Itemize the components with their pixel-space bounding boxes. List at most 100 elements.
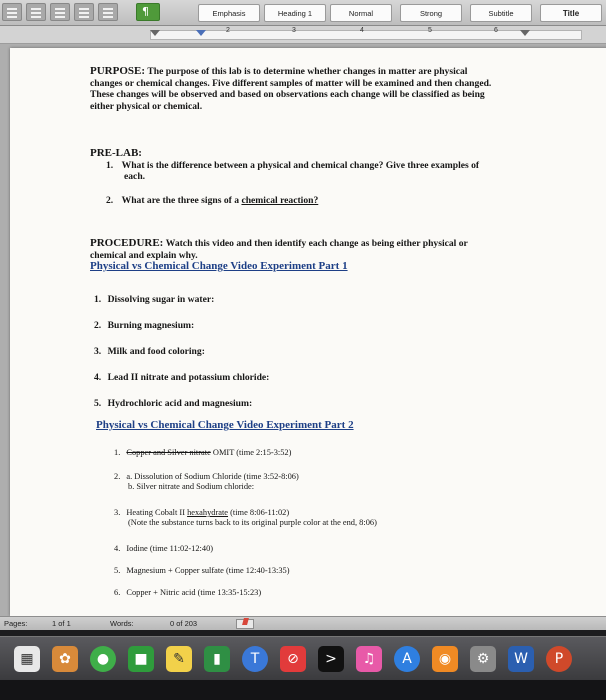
style-normal[interactable]: Normal xyxy=(330,4,392,22)
item-number: 5. xyxy=(114,566,121,575)
paragraph-shading-button[interactable]: ¶ xyxy=(136,3,160,21)
pages-count[interactable]: 1 of 1 xyxy=(52,619,71,628)
photos-icon[interactable]: ✿ xyxy=(52,646,78,672)
item-text: Copper + Nitric acid (time 13:35-15:23) xyxy=(126,588,262,597)
numbers-icon[interactable]: ▮ xyxy=(204,646,230,672)
messages-icon[interactable]: ● xyxy=(90,646,116,672)
tab-stop-marker[interactable] xyxy=(196,30,206,36)
ibooks-icon[interactable]: ◉ xyxy=(432,646,458,672)
style-subtitle[interactable]: Subtitle xyxy=(470,4,532,22)
part1-item-3: 3. Milk and food coloring: xyxy=(94,346,205,358)
numbered-list-button[interactable] xyxy=(26,3,46,21)
facetime-icon[interactable]: ■ xyxy=(128,646,154,672)
style-strong[interactable]: Strong xyxy=(400,4,462,22)
keynote-icon[interactable]: T xyxy=(242,646,268,672)
ruler-number: 6 xyxy=(494,27,498,34)
app-store-icon[interactable]: A xyxy=(394,646,420,672)
status-bar: Pages: 1 of 1 Words: 0 of 203 xyxy=(0,616,606,630)
video-part-1-link[interactable]: Physical vs Chemical Change Video Experi… xyxy=(90,260,468,273)
notes-icon[interactable]: ✎ xyxy=(166,646,192,672)
item-number: 5. xyxy=(94,398,102,409)
procedure-section: PROCEDURE: Watch this video and then ide… xyxy=(90,237,468,273)
styles-ribbon: ¶ Emphasis Heading 1 Normal Strong Subti… xyxy=(0,0,606,26)
paragraph-icon: ¶ xyxy=(142,5,149,18)
pages-label: Pages: xyxy=(4,619,28,628)
style-heading-1[interactable]: Heading 1 xyxy=(264,4,326,22)
powerpoint-icon[interactable]: P xyxy=(546,646,572,672)
part2-item-5: 5. Magnesium + Copper sulfate (time 12:4… xyxy=(114,566,290,576)
item-text: Hydrochloric acid and magnesium: xyxy=(107,398,253,409)
right-indent-marker[interactable] xyxy=(520,30,530,36)
item-text: Lead II nitrate and potassium chloride: xyxy=(107,372,270,383)
prelab-section: PRE-LAB: 1. What is the difference betwe… xyxy=(90,147,479,206)
dock-glyph: ▦ xyxy=(20,651,34,667)
music-icon[interactable]: ♫ xyxy=(356,646,382,672)
item-number: 1. xyxy=(114,448,121,457)
dock-glyph: ■ xyxy=(134,651,148,667)
purpose-line: changes or chemical changes. Five differ… xyxy=(90,77,492,89)
news-icon[interactable]: ⊘ xyxy=(280,646,306,672)
first-line-indent-marker[interactable] xyxy=(150,30,160,36)
ruler-number: 3 xyxy=(292,27,296,34)
spellcheck-icon[interactable] xyxy=(236,618,254,629)
dock-glyph: ● xyxy=(96,651,110,667)
words-label: Words: xyxy=(110,619,134,628)
item-number: 6. xyxy=(114,588,121,597)
dock: ▦ ✿ ● ■ ✎ ▮ T ⊘ > ♫ A ◉ ⚙ W P xyxy=(0,636,606,680)
purpose-line: These changes will be observed and based… xyxy=(90,89,485,100)
dock-glyph: P xyxy=(554,651,564,667)
part2-item-6: 6. Copper + Nitric acid (time 13:35-15:2… xyxy=(114,588,261,598)
dock-glyph: ⚙ xyxy=(476,651,490,667)
word-count[interactable]: 0 of 203 xyxy=(170,619,197,628)
question-number: 2. xyxy=(106,194,114,206)
purpose-paragraph: PURPOSE: The purpose of this lab is to d… xyxy=(90,65,492,112)
multilevel-list-button[interactable] xyxy=(50,3,70,21)
word-icon[interactable]: W xyxy=(508,646,534,672)
style-emphasis[interactable]: Emphasis xyxy=(198,4,260,22)
question-1-continuation: each. xyxy=(124,171,146,182)
item-time: (time 8:06-11:02) xyxy=(230,508,290,517)
dock-glyph: A xyxy=(402,651,412,667)
hexahydrate-link[interactable]: hexahydrate xyxy=(187,508,228,517)
calendar-icon[interactable]: ▦ xyxy=(14,646,40,672)
chemical-reaction-link[interactable]: chemical reaction? xyxy=(241,195,318,206)
decrease-indent-button[interactable] xyxy=(74,3,94,21)
ruler-number: 2 xyxy=(226,27,230,34)
part2-item-4: 4. Iodine (time 11:02-12:40) xyxy=(114,544,213,554)
ruler-number: 5 xyxy=(428,27,432,34)
bulleted-list-button[interactable] xyxy=(2,3,22,21)
part2-item-3-note: (Note the substance turns back to its or… xyxy=(128,518,377,527)
video-part-2-link[interactable]: Physical vs Chemical Change Video Experi… xyxy=(96,419,354,432)
dock-glyph: ◉ xyxy=(438,651,452,667)
style-title[interactable]: Title xyxy=(540,4,602,22)
item-text: Milk and food coloring: xyxy=(107,346,205,357)
purpose-heading: PURPOSE: xyxy=(90,65,145,77)
document-page[interactable]: PURPOSE: The purpose of this lab is to d… xyxy=(10,48,606,616)
part1-item-4: 4. Lead II nitrate and potassium chlorid… xyxy=(94,372,269,384)
question-2-text: What are the three signs of a xyxy=(121,194,240,206)
dock-glyph: ▮ xyxy=(213,651,221,667)
procedure-line: Watch this video and then identify each … xyxy=(165,238,468,249)
omitted-experiment: Copper and Silver nitrate xyxy=(126,448,211,457)
part2-item-2: 2. a. Dissolution of Sodium Chloride (ti… xyxy=(114,472,299,482)
item-text: Dissolving sugar in water: xyxy=(107,294,215,305)
purpose-line: The purpose of this lab is to determine … xyxy=(147,66,468,77)
purpose-line: either physical or chemical. xyxy=(90,100,203,112)
system-preferences-icon[interactable]: ⚙ xyxy=(470,646,496,672)
item-number: 4. xyxy=(94,372,102,383)
item-number: 3. xyxy=(94,346,102,357)
terminal-icon[interactable]: > xyxy=(318,646,344,672)
question-number: 1. xyxy=(106,159,114,171)
dock-glyph: T xyxy=(250,651,260,667)
increase-indent-button[interactable] xyxy=(98,3,118,21)
desktop-area: ▦ ✿ ● ■ ✎ ▮ T ⊘ > ♫ A ◉ ⚙ W P xyxy=(0,630,606,700)
item-text: Burning magnesium: xyxy=(107,320,195,331)
ruler-track xyxy=(150,30,582,40)
dock-glyph: ⊘ xyxy=(287,651,299,667)
item-text: Magnesium + Copper sulfate (time 12:40-1… xyxy=(126,566,290,575)
item-number: 3. xyxy=(114,508,121,517)
prelab-heading: PRE-LAB: xyxy=(90,147,142,159)
horizontal-ruler[interactable]: 2 3 4 5 6 xyxy=(0,26,606,44)
dock-glyph: > xyxy=(325,651,337,667)
item-text: Iodine (time 11:02-12:40) xyxy=(126,544,214,553)
